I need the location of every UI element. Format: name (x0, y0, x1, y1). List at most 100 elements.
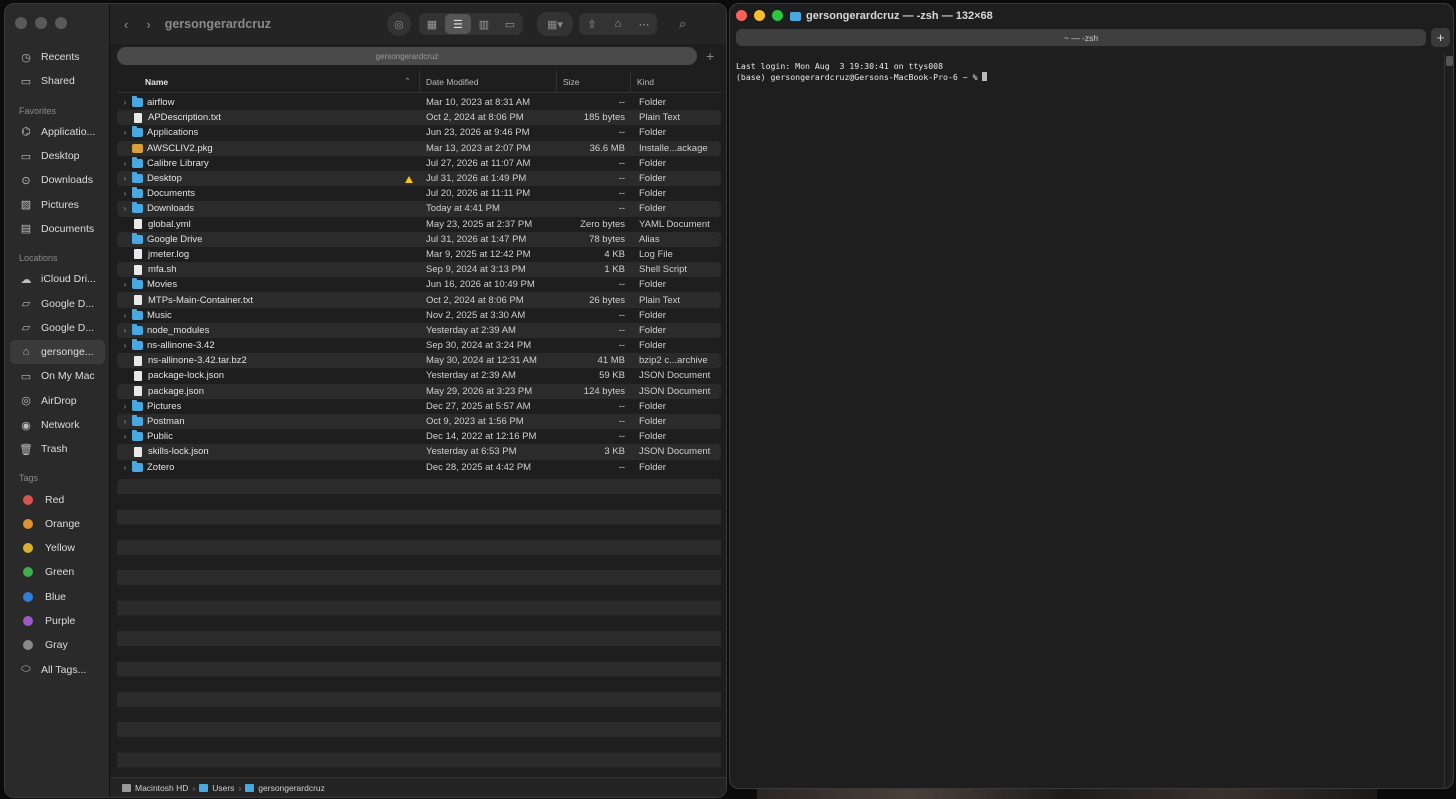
file-row[interactable]: › Pictures Dec 27, 2025 at 5:57 AM -- Folder (117, 399, 721, 414)
sidebar-item-applications[interactable]: ⌬ Applicatio... (5, 120, 110, 144)
file-row[interactable]: › Calibre Library Jul 27, 2026 at 11:07 AM… (117, 156, 721, 171)
file-row[interactable]: package-lock.json Yesterday at 2:39 AM 59 … (117, 368, 721, 383)
file-name: Movies (147, 279, 178, 291)
file-name-cell: › Calibre Library (117, 156, 420, 169)
zoom-button[interactable] (772, 10, 783, 21)
file-row[interactable]: package.json May 29, 2026 at 3:23 PM 124 b… (117, 383, 721, 399)
sidebar-item-trash[interactable]: 🗑 Trash (5, 437, 110, 461)
disclosure-triangle-icon[interactable]: › (120, 128, 130, 137)
file-row[interactable]: jmeter.log Mar 9, 2025 at 12:42 PM 4 KB Log… (117, 247, 721, 262)
sidebar-item-documents[interactable]: ▤ Documents (5, 217, 110, 241)
share-icon[interactable]: ⇧ (579, 14, 605, 34)
file-row[interactable]: mfa.sh Sep 9, 2024 at 3:13 PM 1 KB Shell Sc… (117, 262, 721, 278)
sidebar-item-tag-gray[interactable]: Gray (5, 633, 110, 657)
minimize-button[interactable] (754, 10, 765, 21)
sidebar-item-tag-red[interactable]: Red (5, 487, 110, 511)
sidebar-item-all-tags[interactable]: ⬭ All Tags... (5, 658, 110, 682)
close-button[interactable] (15, 17, 27, 29)
file-row[interactable]: › airflow Mar 10, 2023 at 8:31 AM -- Folder (117, 95, 721, 110)
disclosure-triangle-icon[interactable]: › (120, 463, 130, 472)
sidebar-item-tag-green[interactable]: Green (5, 560, 110, 584)
column-header-kind[interactable]: Kind (631, 71, 721, 92)
file-row[interactable]: › Music Nov 2, 2025 at 3:30 AM -- Folder (117, 308, 721, 323)
column-header-size[interactable]: Size (557, 71, 631, 92)
file-row[interactable]: › Downloads Today at 4:41 PM -- Folder (117, 201, 721, 217)
icon-view-icon[interactable]: ▦ (419, 14, 445, 34)
path-tab[interactable]: gersongerardcruz (117, 47, 697, 65)
gallery-view-icon[interactable]: ▭ (497, 14, 523, 34)
disclosure-triangle-icon[interactable]: › (120, 98, 130, 107)
sidebar-item-tag-orange[interactable]: Orange (5, 512, 110, 536)
new-tab-button[interactable]: + (1431, 28, 1450, 47)
sidebar-item-desktop[interactable]: ▭ Desktop (5, 144, 110, 168)
forward-icon[interactable]: › (146, 17, 150, 32)
disclosure-triangle-icon[interactable]: › (120, 341, 130, 350)
disclosure-triangle-icon[interactable]: › (120, 204, 130, 213)
breadcrumb-item[interactable]: gersongerardcruz (258, 783, 325, 793)
disclosure-triangle-icon[interactable]: › (120, 311, 130, 320)
back-icon[interactable]: ‹ (124, 17, 128, 32)
file-row[interactable]: AWSCLIV2.pkg Mar 13, 2023 at 2:07 PM 36.6 … (117, 140, 721, 156)
search-icon[interactable]: ⌕ (679, 16, 686, 32)
disclosure-triangle-icon[interactable]: › (120, 326, 130, 335)
file-name-cell: › Movies (117, 278, 420, 291)
sidebar-item-tag-purple[interactable]: Purple (5, 609, 110, 633)
sidebar-item-shared[interactable]: ▭ Shared (5, 69, 110, 93)
file-row[interactable]: global.yml May 23, 2025 at 2:37 PM Zero by… (117, 217, 721, 232)
more-icon[interactable]: ⋯ (631, 14, 657, 34)
column-header-name[interactable]: Name ⌃ (117, 71, 420, 92)
sidebar-item-google-drive-1[interactable]: ▱ Google D... (5, 291, 110, 315)
sidebar-item-pictures[interactable]: ▨ Pictures (5, 192, 110, 216)
sidebar-item-home[interactable]: ⌂ gersonge... (10, 339, 105, 365)
disclosure-triangle-icon[interactable]: › (120, 159, 130, 168)
file-row[interactable]: Google Drive Jul 31, 2026 at 1:47 PM 78 by… (117, 231, 721, 247)
disclosure-triangle-icon[interactable]: › (120, 402, 130, 411)
file-row[interactable]: ns-allinone-3.42.tar.bz2 May 30, 2024 at … (117, 353, 721, 369)
disclosure-triangle-icon[interactable]: › (120, 280, 130, 289)
terminal-scrollbar[interactable] (1444, 54, 1453, 788)
file-row[interactable]: › Postman Oct 9, 2023 at 1:56 PM -- Folder (117, 413, 721, 430)
sidebar-item-airdrop[interactable]: ◎ AirDrop (5, 389, 110, 413)
disclosure-triangle-icon[interactable]: › (120, 174, 130, 183)
column-header-date[interactable]: Date Modified (420, 71, 557, 92)
sidebar-item-icloud-drive[interactable]: ☁ iCloud Dri... (5, 267, 110, 291)
sidebar-item-downloads[interactable]: ⊙ Downloads (5, 168, 110, 192)
terminal-output[interactable]: Last login: Mon Aug 3 19:30:41 on ttys00… (736, 61, 988, 83)
breadcrumb-item[interactable]: Macintosh HD (135, 783, 188, 793)
sidebar-item-on-my-mac[interactable]: ▭ On My Mac (5, 364, 110, 388)
file-row[interactable]: › Applications Jun 23, 2026 at 9:46 PM -- Fo… (117, 125, 721, 140)
sidebar-item-tag-yellow[interactable]: Yellow (5, 536, 110, 560)
disclosure-triangle-icon[interactable]: › (120, 432, 130, 441)
file-row[interactable]: MTPs-Main-Container.txt Oct 2, 2024 at 8:… (117, 292, 721, 308)
file-kind: Plain Text (639, 294, 681, 306)
file-row[interactable]: › Movies Jun 16, 2026 at 10:49 PM -- Folder (117, 277, 721, 292)
airdrop-icon[interactable]: ◎ (386, 12, 411, 36)
sidebar-item-tag-blue[interactable]: Blue (5, 585, 110, 609)
file-row[interactable]: › node_modules Yesterday at 2:39 AM -- Folde… (117, 322, 721, 338)
terminal-tab[interactable]: ~ — -zsh (736, 29, 1426, 46)
disclosure-triangle-icon[interactable]: › (120, 189, 130, 198)
file-row[interactable]: › Desktop Jul 31, 2026 at 1:49 PM -- Folder (117, 170, 721, 187)
group-by-icon[interactable]: ▦▾ (536, 12, 573, 36)
file-row[interactable]: › ns-allinone-3.42 Sep 30, 2024 at 3:24 PM… (117, 338, 721, 353)
column-view-icon[interactable]: ▥ (471, 14, 497, 34)
zoom-button[interactable] (55, 17, 67, 29)
file-row[interactable]: › Documents Jul 20, 2026 at 11:11 PM -- Fold… (117, 186, 721, 201)
disclosure-triangle-icon[interactable]: › (120, 417, 130, 426)
file-row[interactable]: › Public Dec 14, 2022 at 12:16 PM -- Folder (117, 429, 721, 444)
file-date: Dec 14, 2022 at 12:16 PM (426, 431, 537, 443)
tag-icon[interactable]: ⌂ (605, 14, 631, 34)
minimize-button[interactable] (35, 17, 47, 29)
file-row[interactable]: skills-lock.json Yesterday at 6:53 PM 3 KB… (117, 444, 721, 460)
file-row[interactable]: APDescription.txt Oct 2, 2024 at 8:06 PM 1… (117, 110, 721, 126)
close-button[interactable] (736, 10, 747, 21)
file-size: 78 bytes (589, 233, 625, 245)
new-tab-icon[interactable]: + (706, 48, 714, 64)
sidebar-item-recents[interactable]: ◷ Recents (5, 45, 110, 69)
breadcrumb-item[interactable]: Users (212, 783, 234, 793)
sidebar-item-network[interactable]: ◉ Network (5, 413, 110, 437)
scrollbar-thumb[interactable] (1446, 56, 1453, 66)
sidebar-item-google-drive-2[interactable]: ▱ Google D... (5, 316, 110, 340)
list-view-icon[interactable]: ☰ (444, 14, 471, 34)
file-row[interactable]: › Zotero Dec 28, 2025 at 4:42 PM -- Folder (117, 460, 721, 475)
